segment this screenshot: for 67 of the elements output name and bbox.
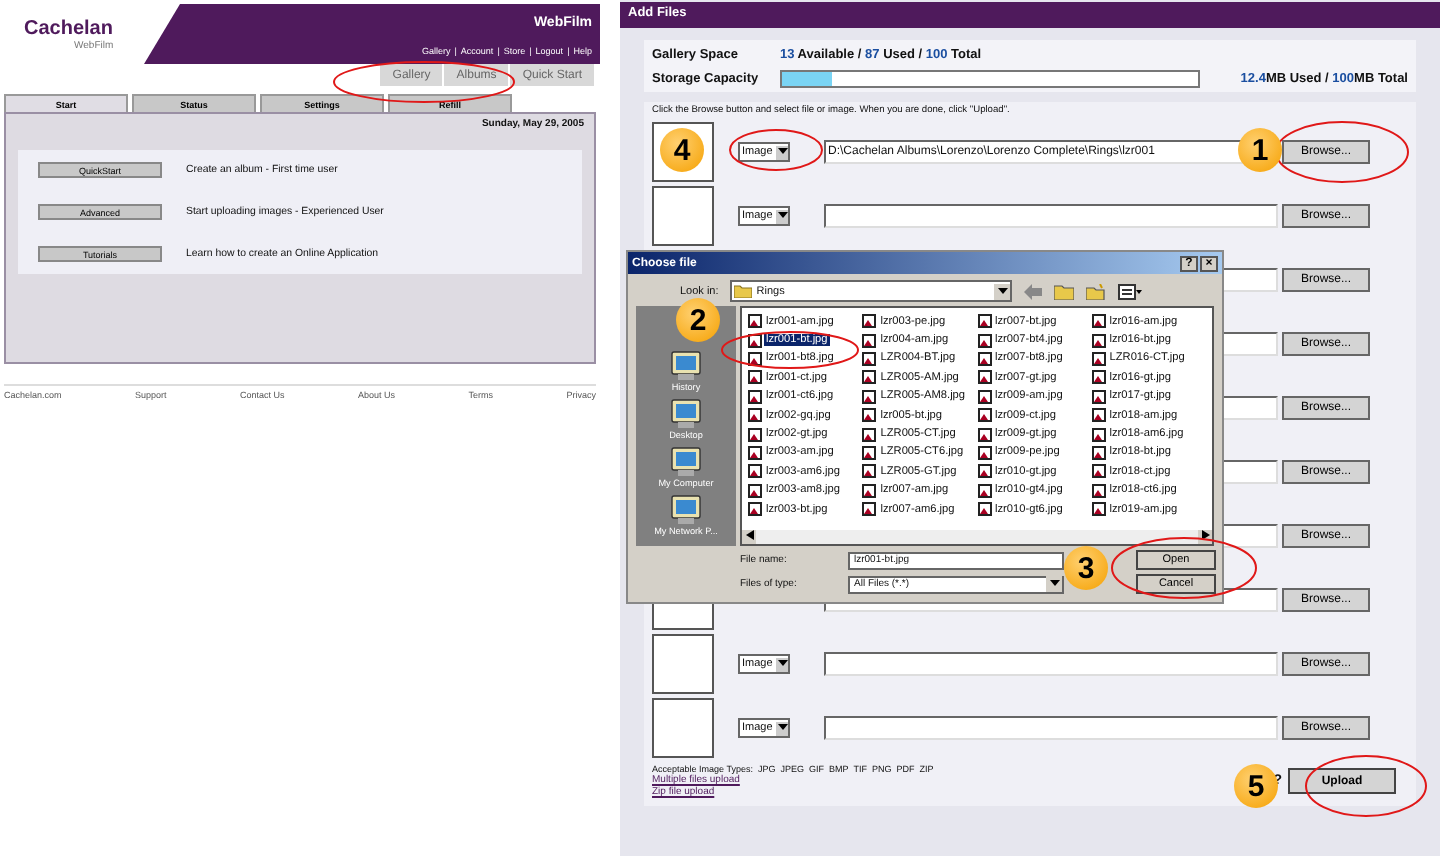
place-icon (668, 350, 704, 382)
image-file-icon (977, 408, 991, 423)
image-file-icon (1091, 464, 1106, 479)
image-file-icon (748, 464, 762, 479)
image-file-icon (1091, 333, 1106, 348)
image-file-icon (862, 445, 877, 460)
image-file-icon (748, 427, 762, 442)
image-file-icon (748, 351, 762, 366)
image-file-icon (977, 370, 991, 385)
image-file-icon (1091, 370, 1106, 385)
image-file-icon (748, 389, 762, 404)
horizontal-scrollbar[interactable] (742, 530, 1212, 544)
folder-icon (734, 284, 753, 298)
highlight-ellipse (1275, 121, 1409, 183)
image-file-icon (1091, 314, 1106, 329)
file-path-field[interactable] (824, 652, 1278, 676)
image-file-icon (977, 464, 991, 479)
image-file-icon (748, 483, 762, 498)
image-file-icon (748, 370, 762, 385)
place-icon (667, 494, 704, 526)
highlight-ellipse (1305, 755, 1427, 817)
image-file-icon (977, 351, 991, 366)
image-file-icon (862, 427, 877, 442)
image-file-icon (862, 314, 877, 329)
file-path-field[interactable] (824, 716, 1278, 740)
thumbnail-frame (652, 186, 714, 246)
image-file-icon (862, 502, 877, 517)
file-path-field[interactable] (824, 204, 1278, 228)
caret-icon (997, 287, 1008, 295)
image-file-icon (1091, 351, 1106, 366)
image-file-icon (977, 314, 991, 329)
scroll-left-icon[interactable] (745, 530, 753, 540)
highlight-ellipse (721, 331, 859, 369)
image-file-icon (977, 427, 991, 442)
image-file-icon (977, 445, 991, 460)
image-file-icon (748, 408, 762, 423)
caret-icon (777, 148, 788, 156)
highlight-ellipse (729, 129, 823, 171)
image-file-icon (862, 464, 877, 479)
image-file-icon (977, 333, 991, 348)
view-menu-icon[interactable] (1118, 283, 1143, 299)
image-file-icon (862, 389, 877, 404)
image-file-icon (748, 502, 762, 517)
image-file-icon (977, 389, 991, 404)
place-icon (668, 398, 704, 430)
caret-icon (777, 724, 788, 732)
thumbnail-frame (652, 634, 714, 694)
image-file-icon (862, 408, 877, 423)
image-file-icon (1091, 427, 1106, 442)
image-file-icon (1091, 483, 1106, 498)
image-file-icon (862, 483, 877, 498)
image-file-icon (748, 314, 762, 329)
thumbnail-frame (652, 698, 714, 758)
image-file-icon (977, 502, 991, 517)
image-file-icon (977, 483, 991, 498)
caret-icon (777, 660, 788, 668)
image-file-icon (862, 370, 877, 385)
image-file-icon (1091, 502, 1106, 517)
scroll-right-icon[interactable] (1201, 530, 1209, 540)
image-file-icon (862, 333, 877, 348)
image-file-icon (1091, 408, 1106, 423)
caret-icon (777, 212, 788, 220)
image-file-icon (1091, 445, 1106, 460)
place-icon (667, 446, 704, 478)
image-file-icon (748, 445, 762, 460)
image-file-icon (862, 351, 877, 366)
image-file-icon (1091, 389, 1106, 404)
